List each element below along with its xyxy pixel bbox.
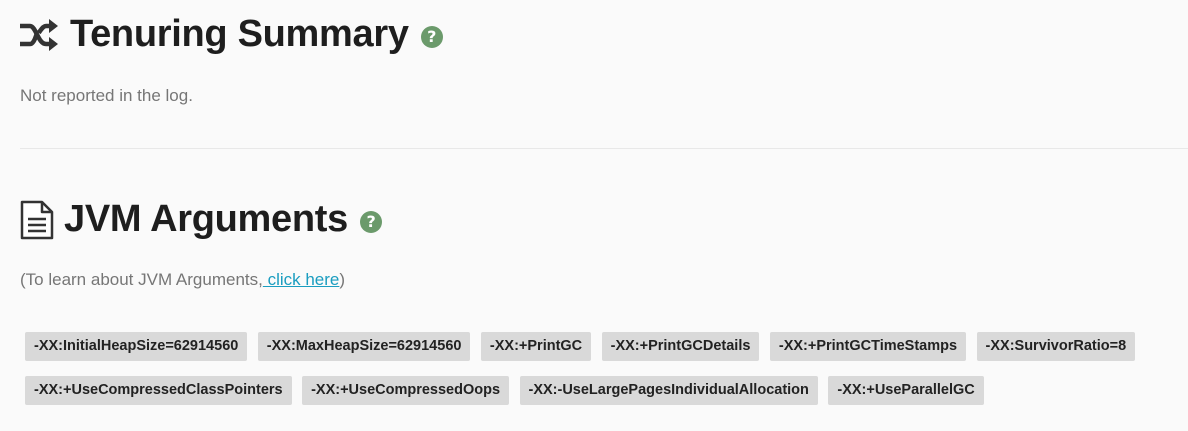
jvm-argument-tag: -XX:+PrintGC [480, 332, 592, 361]
page-title: Tenuring Summary [70, 13, 409, 55]
jvm-argument-tag: -XX:+PrintGCTimeStamps [769, 332, 967, 361]
jvm-argument-tag: -XX:+UseParallelGC [828, 376, 984, 405]
jvm-argument-tag: -XX:-UseLargePagesIndividualAllocation [519, 376, 818, 405]
question-icon[interactable]: ? [359, 210, 382, 233]
shuffle-icon [20, 18, 60, 52]
jvm-argument-tag: -XX:SurvivorRatio=8 [976, 332, 1136, 361]
jvm-arguments-heading: JVM Arguments ? [20, 198, 382, 241]
tenuring-message: Not reported in the log. [20, 86, 193, 105]
tenuring-summary-heading: Tenuring Summary ? [20, 13, 443, 56]
learn-suffix: ) [339, 270, 346, 289]
click-here-link[interactable]: click here [263, 270, 340, 289]
learn-prefix: (To learn about JVM Arguments, [20, 270, 263, 289]
jvm-argument-tag: -XX:+UseCompressedOops [302, 376, 510, 405]
jvm-argument-tag: -XX:InitialHeapSize=62914560 [25, 332, 248, 361]
learn-more-text: (To learn about JVM Arguments, click her… [20, 270, 345, 290]
section-divider [20, 148, 1188, 149]
document-icon [20, 200, 54, 240]
jvm-arguments-list: -XX:InitialHeapSize=62914560 -XX:MaxHeap… [25, 332, 1175, 420]
section-title: JVM Arguments [64, 198, 348, 240]
jvm-argument-tag: -XX:+PrintGCDetails [601, 332, 760, 361]
jvm-argument-tag: -XX:+UseCompressedClassPointers [25, 376, 292, 405]
question-icon[interactable]: ? [420, 25, 443, 48]
jvm-argument-tag: -XX:MaxHeapSize=62914560 [257, 332, 471, 361]
